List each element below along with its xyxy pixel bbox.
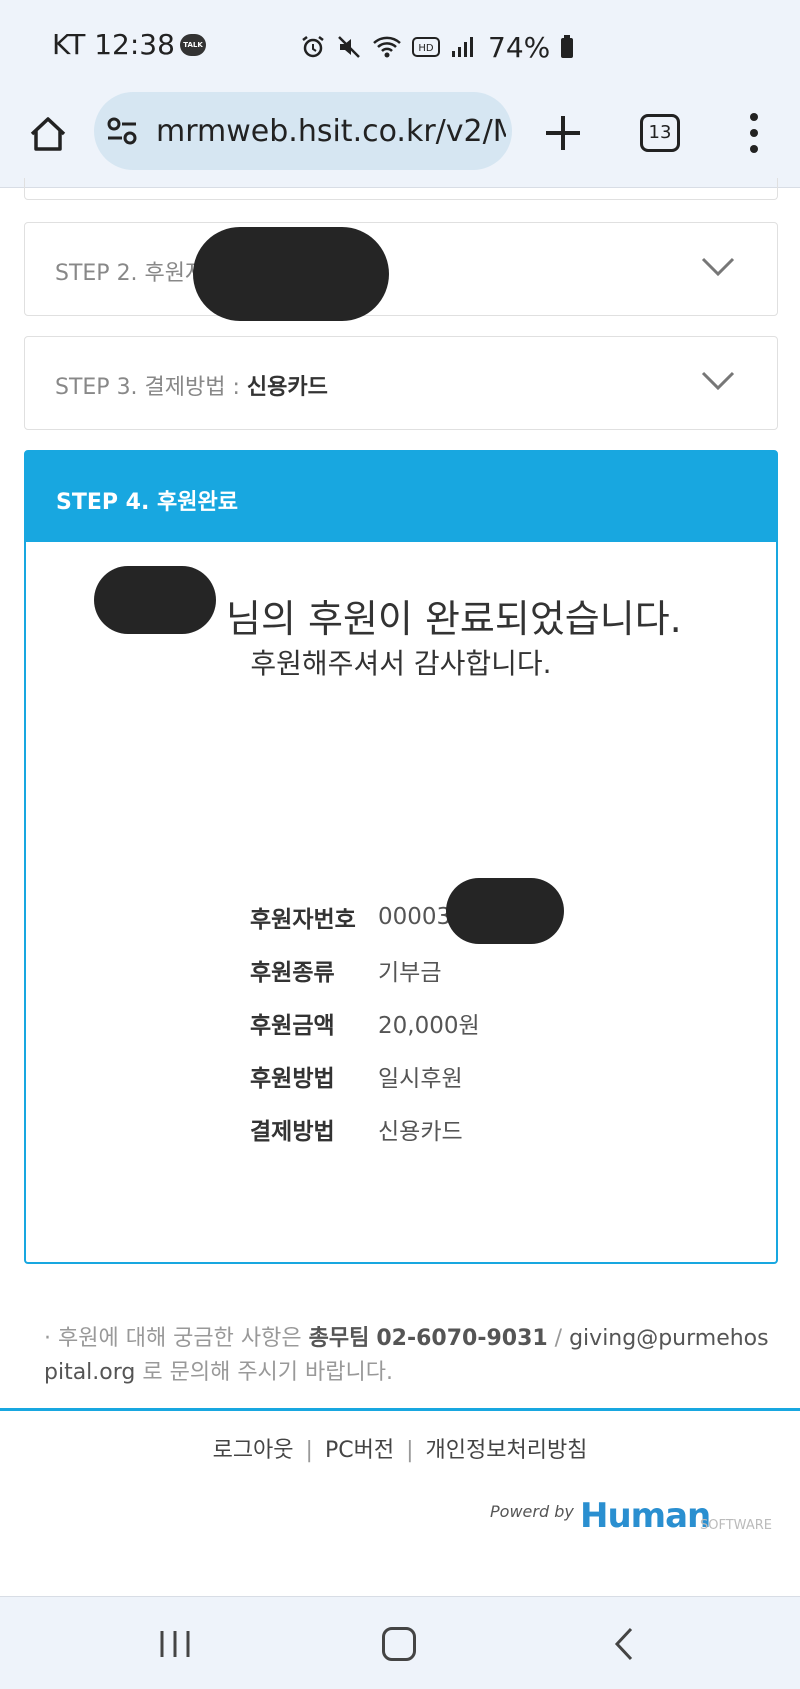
talk-icon: TALK bbox=[180, 34, 206, 56]
site-settings-icon[interactable] bbox=[106, 116, 138, 146]
contact-slash: / bbox=[547, 1326, 570, 1351]
alarm-icon bbox=[302, 36, 324, 58]
tab-switcher-button[interactable]: 13 bbox=[640, 114, 680, 152]
chevron-down-icon[interactable] bbox=[701, 257, 735, 277]
info-value: 20,000원 bbox=[378, 1012, 480, 1039]
redaction-mark bbox=[94, 566, 216, 634]
footer-links: 로그아웃 | PC버전 | 개인정보처리방침 bbox=[0, 1432, 800, 1464]
donation-info: 후원자번호 00003 후원종류 기부금 후원금액 20,000원 후원방법 일… bbox=[250, 890, 480, 1155]
contact-prefix: · 후원에 대해 궁금한 사항은 bbox=[44, 1326, 309, 1351]
info-key: 후원종류 bbox=[250, 959, 335, 986]
step4-title: STEP 4. 후원완료 bbox=[56, 490, 238, 515]
battery-icon bbox=[561, 35, 574, 58]
system-navigation-bar bbox=[0, 1596, 800, 1689]
chevron-down-icon[interactable] bbox=[701, 371, 735, 391]
footer-separator: | bbox=[406, 1438, 414, 1463]
contact-team: 총무팀 bbox=[308, 1326, 370, 1351]
more-menu-icon[interactable] bbox=[744, 110, 764, 156]
contact-suffix: 로 문의해 주시기 바랍니다. bbox=[135, 1360, 393, 1385]
completion-message: 님의 후원이 완료되었습니다. bbox=[226, 597, 682, 641]
signal-icon bbox=[452, 37, 473, 57]
info-row: 결제방법 신용카드 bbox=[250, 1102, 480, 1155]
redaction-mark bbox=[193, 227, 389, 321]
info-key: 후원금액 bbox=[250, 1012, 335, 1039]
contact-info: · 후원에 대해 궁금한 사항은 총무팀 02-6070-9031 / givi… bbox=[44, 1322, 774, 1390]
info-key: 후원방법 bbox=[250, 1065, 335, 1092]
info-value: 00003 bbox=[378, 903, 452, 930]
pc-version-link[interactable]: PC버전 bbox=[325, 1438, 394, 1463]
step1-box-edge bbox=[24, 178, 778, 200]
contact-phone[interactable]: 02-6070-9031 bbox=[376, 1326, 547, 1351]
hd-icon-label: HD bbox=[418, 43, 434, 54]
back-icon[interactable] bbox=[614, 1627, 634, 1661]
step3-value: 신용카드 bbox=[246, 375, 328, 400]
wifi-icon bbox=[373, 36, 401, 58]
home-button[interactable] bbox=[26, 112, 70, 156]
info-key: 결제방법 bbox=[250, 1118, 335, 1145]
url-text[interactable]: mrmweb.hsit.co.kr/v2/M bbox=[156, 114, 506, 149]
info-row: 후원금액 20,000원 bbox=[250, 996, 480, 1049]
info-key: 후원자번호 bbox=[250, 906, 356, 933]
info-value: 일시후원 bbox=[378, 1065, 463, 1092]
step4-panel: STEP 4. 후원완료 님의 후원이 완료되었습니다. 후원해주셔서 감사합니… bbox=[24, 450, 778, 1264]
privacy-policy-link[interactable]: 개인정보처리방침 bbox=[426, 1438, 588, 1463]
step3-label: STEP 3. 결제방법 : 신용카드 bbox=[55, 369, 328, 401]
info-row: 후원종류 기부금 bbox=[250, 943, 480, 996]
software-logo-text: SOFTWARE bbox=[700, 1518, 772, 1533]
home-nav-icon[interactable] bbox=[382, 1627, 416, 1661]
status-icons: HD 74% bbox=[300, 30, 574, 64]
info-row: 후원방법 일시후원 bbox=[250, 1049, 480, 1102]
redaction-mark bbox=[446, 878, 564, 944]
step2-box[interactable]: STEP 2. 후원자 bbox=[24, 222, 778, 321]
footer-divider bbox=[0, 1408, 800, 1411]
mute-icon bbox=[338, 36, 360, 58]
logout-link[interactable]: 로그아웃 bbox=[213, 1438, 294, 1463]
status-bar: KT 12:38 TALK HD 74% bbox=[0, 0, 800, 92]
footer-separator: | bbox=[305, 1438, 313, 1463]
browser-toolbar: mrmweb.hsit.co.kr/v2/M 13 bbox=[0, 92, 800, 188]
battery-level: 74% bbox=[488, 30, 551, 64]
human-logo: Human bbox=[580, 1496, 711, 1536]
address-bar[interactable]: mrmweb.hsit.co.kr/v2/M bbox=[94, 92, 512, 170]
step4-header: STEP 4. 후원완료 bbox=[26, 452, 776, 542]
status-time: KT 12:38 bbox=[52, 28, 175, 61]
powered-by-text: Powerd by bbox=[490, 1502, 574, 1521]
thanks-message: 후원해주셔서 감사합니다. bbox=[250, 647, 552, 680]
step3-box[interactable]: STEP 3. 결제방법 : 신용카드 bbox=[24, 336, 778, 430]
hd-icon: HD bbox=[412, 37, 440, 57]
step3-label-text: STEP 3. 결제방법 : bbox=[55, 375, 247, 400]
step2-label: STEP 2. 후원자 bbox=[55, 261, 206, 286]
info-value: 기부금 bbox=[378, 959, 442, 986]
info-value: 신용카드 bbox=[378, 1118, 463, 1145]
info-row: 후원자번호 00003 bbox=[250, 890, 480, 943]
new-tab-button[interactable] bbox=[540, 110, 586, 156]
recent-apps-icon[interactable] bbox=[158, 1629, 192, 1659]
